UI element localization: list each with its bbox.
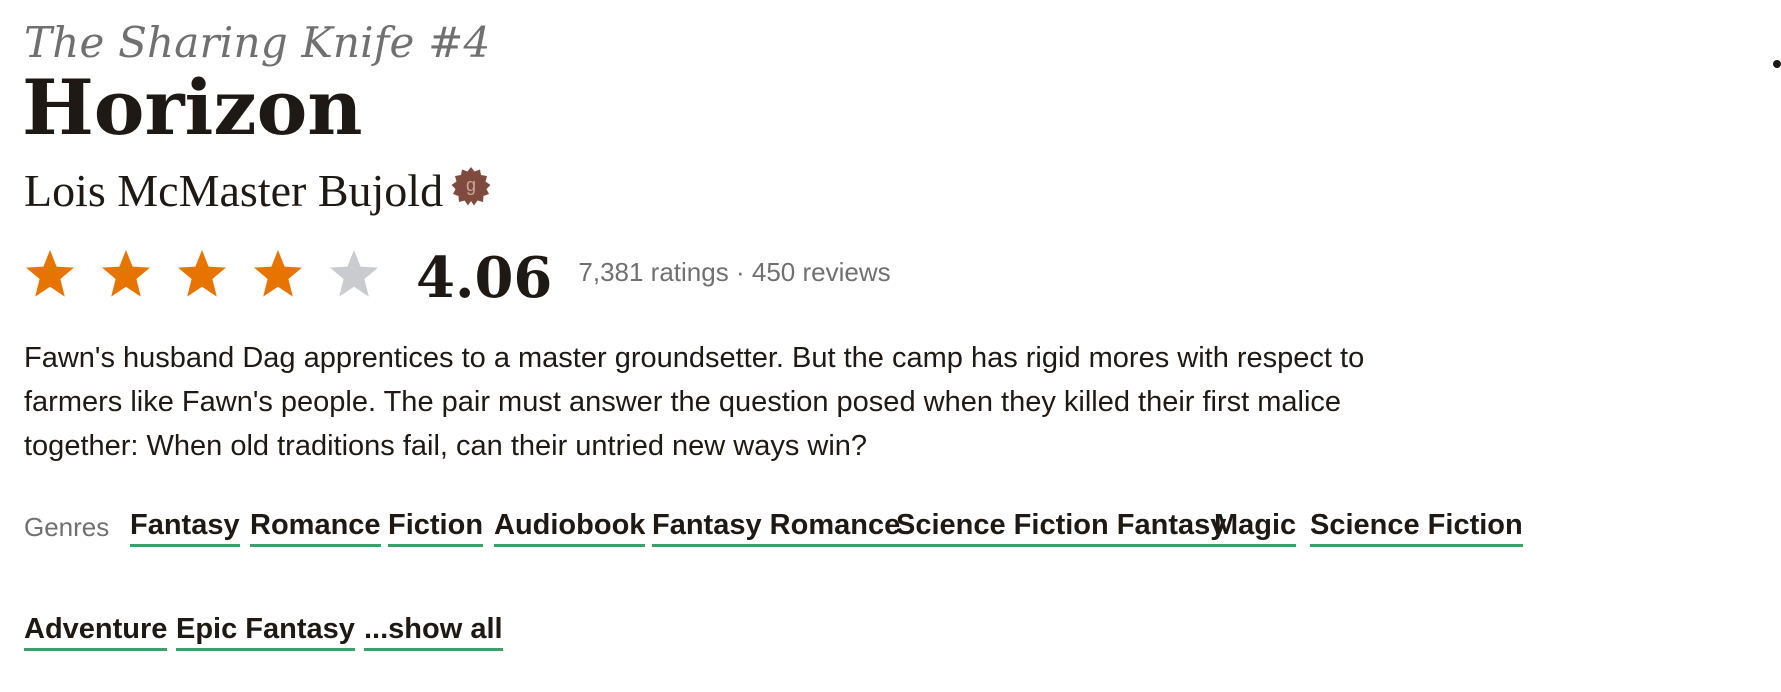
goodreads-author-badge-icon: g xyxy=(451,167,491,206)
genre-link-adventure[interactable]: Adventure xyxy=(24,612,168,651)
rating-meta: 7,381 ratings · 450 reviews xyxy=(578,257,890,288)
badge-letter: g xyxy=(466,175,476,195)
rating-row: 4.06 7,381 ratings · 450 reviews xyxy=(24,246,891,306)
genre-link-fantasy[interactable]: Fantasy xyxy=(130,508,240,547)
star-filled-icon xyxy=(178,250,226,297)
star-empty-icon xyxy=(330,250,378,297)
ratings-count-link[interactable]: 7,381 ratings xyxy=(578,257,728,287)
genre-link-epic-fantasy[interactable]: Epic Fantasy xyxy=(176,612,355,651)
genre-link-fiction[interactable]: Fiction xyxy=(388,508,484,547)
show-all-genres-button[interactable]: ...show all xyxy=(364,612,503,651)
star-filled-icon xyxy=(254,250,302,297)
edge-dot xyxy=(1773,60,1781,68)
star-filled-icon xyxy=(26,250,74,297)
rating-stars xyxy=(24,248,380,300)
genre-link-science-fiction[interactable]: Science Fiction xyxy=(1310,508,1523,547)
author-name[interactable]: Lois McMaster Bujold xyxy=(24,168,443,214)
book-description: Fawn's husband Dag apprentices to a mast… xyxy=(24,342,1365,462)
genres-label: Genres xyxy=(24,512,110,542)
genre-link-magic[interactable]: Magic xyxy=(1214,508,1297,547)
reviews-count-link[interactable]: 450 reviews xyxy=(752,257,891,287)
star-filled-icon xyxy=(102,250,150,297)
author-row: Lois McMaster Bujold g xyxy=(24,167,491,214)
genre-link-science-fiction-fantasy[interactable]: Science Fiction Fantasy xyxy=(896,508,1227,547)
average-rating: 4.06 xyxy=(416,245,553,311)
genre-link-audiobook[interactable]: Audiobook xyxy=(494,508,646,547)
genre-link-fantasy-romance[interactable]: Fantasy Romance xyxy=(652,508,901,547)
meta-separator: · xyxy=(735,256,745,287)
genre-link-romance[interactable]: Romance xyxy=(250,508,381,547)
book-title: Horizon xyxy=(22,63,363,152)
series-link[interactable]: The Sharing Knife #4 xyxy=(24,18,490,67)
